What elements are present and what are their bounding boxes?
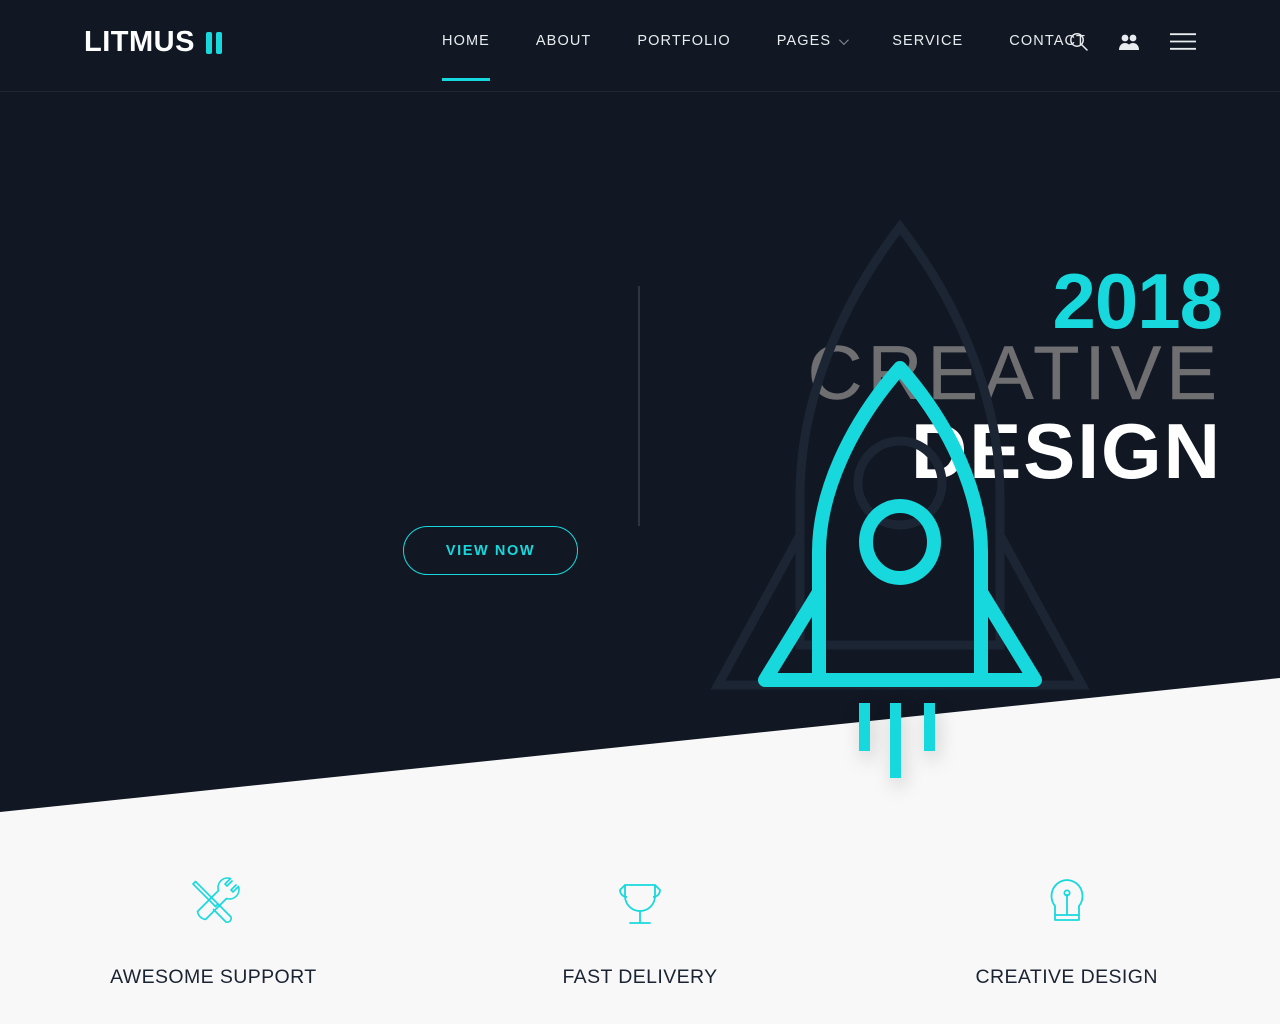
logo-bars-icon bbox=[205, 31, 222, 54]
nav-item-service[interactable]: SERVICE bbox=[892, 0, 963, 92]
header-icons bbox=[1069, 32, 1196, 51]
feature-creative-design[interactable]: CREATIVE DESIGN bbox=[853, 868, 1280, 989]
flame-bar bbox=[859, 703, 870, 751]
main-navigation: HOME ABOUT PORTFOLIO PAGES SERVICE CONTA… bbox=[442, 0, 1086, 92]
features-section: AWESOME SUPPORT FAST DELIVERY CREATIVE D… bbox=[0, 868, 1280, 989]
flame-bar bbox=[890, 703, 901, 778]
logo-text: LITMUS bbox=[84, 26, 195, 58]
trophy-icon bbox=[612, 868, 668, 940]
nav-label: SERVICE bbox=[892, 33, 964, 49]
hero-section: 2018 CREATIVE DESIGN VIEW NOW bbox=[0, 0, 1280, 812]
nav-item-about[interactable]: ABOUT bbox=[536, 0, 591, 92]
nav-label: ABOUT bbox=[535, 33, 592, 49]
nav-label: HOME bbox=[442, 33, 490, 49]
logo[interactable]: LITMUS bbox=[84, 28, 222, 57]
feature-label: CREATIVE DESIGN bbox=[975, 966, 1158, 988]
nav-label: PAGES bbox=[776, 33, 832, 49]
hamburger-menu-icon[interactable] bbox=[1170, 33, 1196, 50]
nav-item-home[interactable]: HOME bbox=[442, 0, 490, 92]
chevron-down-icon bbox=[839, 34, 850, 45]
hero-vertical-divider bbox=[638, 286, 640, 526]
nav-item-pages[interactable]: PAGES bbox=[776, 0, 850, 92]
tools-icon bbox=[185, 868, 241, 940]
feature-label: AWESOME SUPPORT bbox=[110, 966, 317, 988]
nav-item-portfolio[interactable]: PORTFOLIO bbox=[637, 0, 730, 92]
view-now-button[interactable]: VIEW NOW bbox=[403, 526, 578, 575]
nav-label: PORTFOLIO bbox=[637, 33, 731, 49]
rocket-icon bbox=[758, 361, 1042, 687]
site-header: LITMUS HOME ABOUT PORTFOLIO PAGES SERVIC… bbox=[0, 0, 1280, 92]
feature-fast-delivery[interactable]: FAST DELIVERY bbox=[427, 868, 854, 989]
page-root: 2018 CREATIVE DESIGN VIEW NOW LITMUS HOM… bbox=[0, 0, 1280, 1024]
users-icon[interactable] bbox=[1118, 33, 1140, 51]
lightbulb-icon bbox=[1039, 868, 1095, 940]
feature-awesome-support[interactable]: AWESOME SUPPORT bbox=[0, 868, 427, 989]
flame-bar bbox=[924, 703, 935, 751]
search-icon[interactable] bbox=[1069, 32, 1088, 51]
feature-label: FAST DELIVERY bbox=[562, 966, 718, 988]
